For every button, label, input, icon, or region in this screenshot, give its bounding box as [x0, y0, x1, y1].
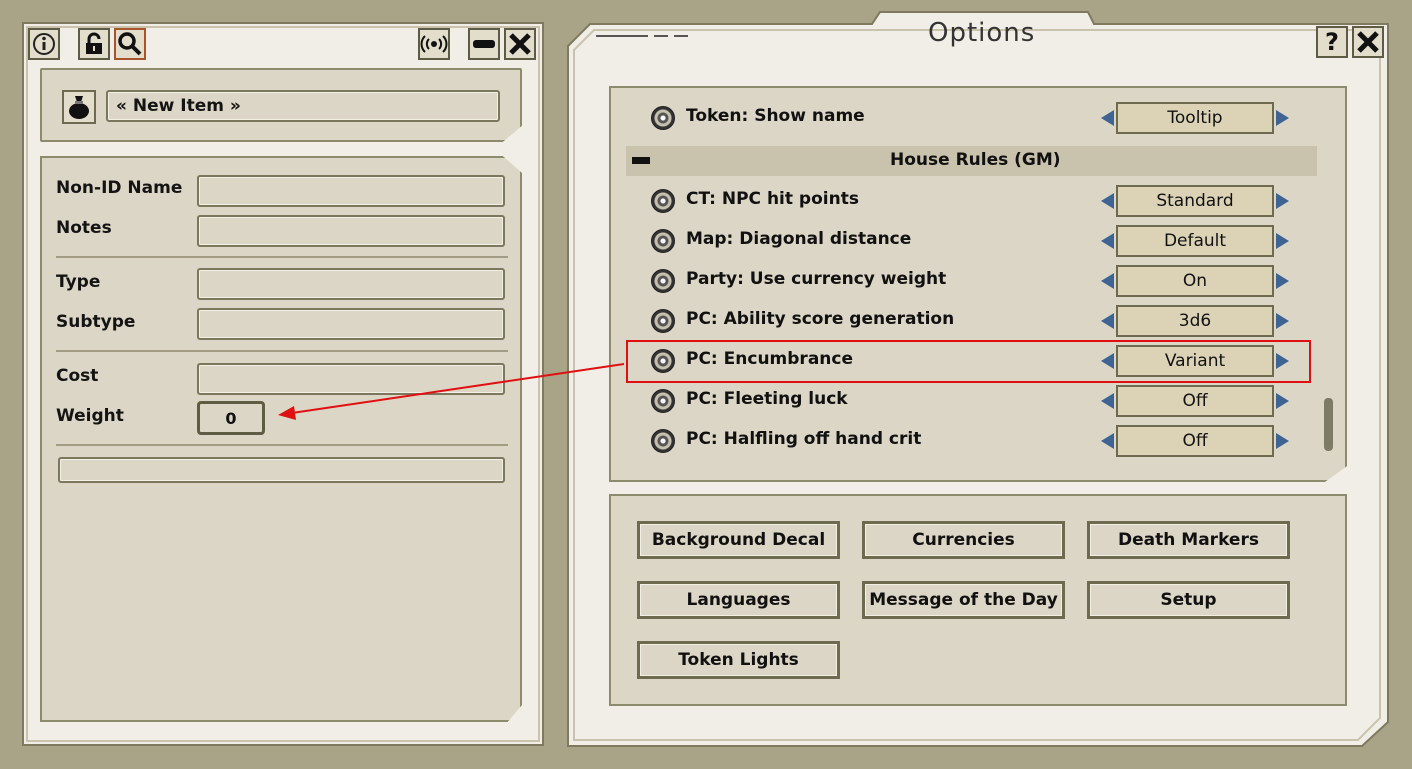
languages-button[interactable]: Languages: [637, 581, 840, 619]
option-value[interactable]: Standard: [1116, 185, 1274, 217]
option-label: Map: Diagonal distance: [686, 229, 912, 249]
option-label: PC: Ability score generation: [686, 309, 955, 329]
money-bag-icon: [69, 96, 89, 119]
item-name-text: « New Item »: [116, 96, 241, 116]
section-header-label: House Rules (GM): [890, 150, 1061, 170]
arrow-right-icon[interactable]: [1276, 193, 1289, 209]
notes-label: Notes: [56, 218, 112, 238]
gear-icon: [651, 269, 675, 293]
gear-icon: [651, 106, 675, 130]
option-cycler: Standard: [1101, 185, 1289, 217]
gear-icon: [651, 349, 675, 373]
divider: [56, 444, 508, 446]
message-of-the-day-button[interactable]: Message of the Day: [862, 581, 1065, 619]
divider: [56, 350, 508, 352]
gear-icon: [651, 309, 675, 333]
currencies-button[interactable]: Currencies: [862, 521, 1065, 559]
option-cycler: Off: [1101, 385, 1289, 417]
gear-icon: [651, 429, 675, 453]
scrollbar-thumb[interactable]: [1324, 398, 1333, 451]
weight-value: 0: [225, 408, 237, 428]
help-icon: ?: [1325, 28, 1339, 56]
divider: [56, 256, 508, 258]
option-cycler: Off: [1101, 425, 1289, 457]
gear-icon: [651, 189, 675, 213]
arrow-right-icon[interactable]: [1276, 110, 1289, 126]
option-label: PC: Encumbrance: [686, 349, 853, 369]
notes-field[interactable]: [197, 215, 505, 247]
option-value[interactable]: Default: [1116, 225, 1274, 257]
option-label: PC: Fleeting luck: [686, 389, 848, 409]
minimize-icon: [473, 40, 495, 48]
info-icon: [33, 33, 55, 55]
setup-button[interactable]: Setup: [1087, 581, 1290, 619]
item-name-field[interactable]: « New Item »: [106, 90, 500, 122]
broadcast-button[interactable]: [418, 28, 450, 60]
death-markers-button[interactable]: Death Markers: [1087, 521, 1290, 559]
option-value[interactable]: Off: [1116, 425, 1274, 457]
options-title: Options: [928, 18, 1036, 48]
item-type-button[interactable]: [62, 90, 96, 124]
option-cycler: 3d6: [1101, 305, 1289, 337]
gear-icon: [651, 229, 675, 253]
collapse-icon[interactable]: [632, 157, 650, 164]
type-label: Type: [56, 272, 101, 292]
option-label: Party: Use currency weight: [686, 269, 947, 289]
option-cycler: On: [1101, 265, 1289, 297]
option-label: Token: Show name: [686, 106, 865, 126]
arrow-right-icon[interactable]: [1276, 393, 1289, 409]
background-decal-button[interactable]: Background Decal: [637, 521, 840, 559]
option-value[interactable]: 3d6: [1116, 305, 1274, 337]
option-label: CT: NPC hit points: [686, 189, 859, 209]
arrow-left-icon[interactable]: [1101, 353, 1114, 369]
search-icon: [118, 32, 142, 56]
arrow-left-icon[interactable]: [1101, 273, 1114, 289]
subtype-label: Subtype: [56, 312, 136, 332]
arrow-left-icon[interactable]: [1101, 313, 1114, 329]
close-icon: [509, 33, 531, 55]
description-field[interactable]: [58, 457, 505, 483]
arrow-left-icon[interactable]: [1101, 233, 1114, 249]
option-cycler: Variant: [1101, 345, 1289, 377]
info-button[interactable]: [28, 28, 60, 60]
option-value[interactable]: On: [1116, 265, 1274, 297]
options-close-button[interactable]: [1352, 26, 1384, 58]
gear-icon: [651, 389, 675, 413]
weight-label: Weight: [56, 406, 124, 426]
arrow-right-icon[interactable]: [1276, 313, 1289, 329]
close-icon: [1357, 31, 1379, 53]
option-value[interactable]: Variant: [1116, 345, 1274, 377]
arrow-right-icon[interactable]: [1276, 353, 1289, 369]
option-label: PC: Halfling off hand crit: [686, 429, 922, 449]
type-field[interactable]: [197, 268, 505, 300]
help-button[interactable]: ?: [1316, 26, 1348, 58]
minimize-button[interactable]: [468, 28, 500, 60]
broadcast-icon: [420, 35, 448, 53]
arrow-left-icon[interactable]: [1101, 193, 1114, 209]
nonid-name-field[interactable]: [197, 175, 505, 207]
subtype-field[interactable]: [197, 308, 505, 340]
cost-label: Cost: [56, 366, 99, 386]
arrow-left-icon[interactable]: [1101, 110, 1114, 126]
lock-icon: [86, 32, 102, 54]
lock-button[interactable]: [78, 28, 110, 60]
option-cycler: Tooltip: [1101, 102, 1289, 134]
nonid-name-label: Non-ID Name: [56, 178, 183, 198]
cost-field[interactable]: [197, 363, 505, 395]
arrow-right-icon[interactable]: [1276, 433, 1289, 449]
weight-field[interactable]: 0: [197, 401, 265, 435]
arrow-left-icon[interactable]: [1101, 393, 1114, 409]
arrow-left-icon[interactable]: [1101, 433, 1114, 449]
token-lights-button[interactable]: Token Lights: [637, 641, 840, 679]
option-value[interactable]: Tooltip: [1116, 102, 1274, 134]
search-button[interactable]: [114, 28, 146, 60]
option-value[interactable]: Off: [1116, 385, 1274, 417]
close-button[interactable]: [504, 28, 536, 60]
arrow-right-icon[interactable]: [1276, 233, 1289, 249]
option-cycler: Default: [1101, 225, 1289, 257]
arrow-right-icon[interactable]: [1276, 273, 1289, 289]
